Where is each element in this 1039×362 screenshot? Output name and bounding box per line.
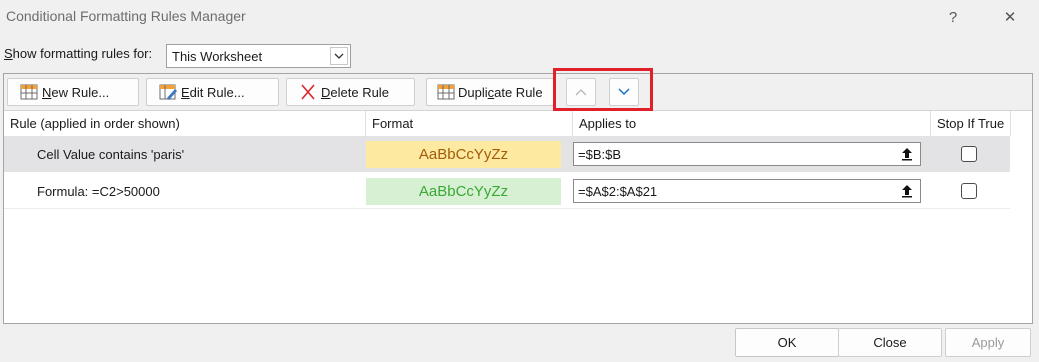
duplicate-rule-button[interactable]: Duplicate Rule	[426, 78, 554, 106]
applies-to-field[interactable]: =$A$2:$A$21	[573, 179, 921, 203]
chevron-down-icon	[618, 88, 630, 96]
dialog-title: Conditional Formatting Rules Manager	[6, 8, 246, 24]
collapse-dialog-icon[interactable]	[896, 145, 918, 163]
rule-description: Formula: =C2>50000	[37, 184, 160, 199]
table-row[interactable]: Formula: =C2>50000 AaBbCcYyZz =$A$2:$A$2…	[4, 173, 1010, 209]
show-rules-for-text: how formatting rules for:	[12, 46, 153, 61]
chevron-down-icon[interactable]	[330, 47, 348, 65]
chevron-up-icon	[575, 89, 587, 96]
close-button[interactable]: Close	[838, 328, 942, 357]
grid-new-icon	[20, 84, 38, 100]
scope-select[interactable]: This Worksheet	[166, 44, 351, 68]
delete-rule-label: Delete Rule	[321, 84, 389, 100]
applies-to-field[interactable]: =$B:$B	[573, 142, 921, 166]
edit-rule-label: Edit Rule...	[181, 84, 245, 100]
rule-description: Cell Value contains 'paris'	[37, 147, 185, 162]
applies-to-value: =$B:$B	[578, 147, 622, 162]
edit-rule-button[interactable]: Edit Rule...	[146, 78, 279, 106]
move-down-button[interactable]	[609, 78, 639, 106]
table-row[interactable]: Cell Value contains 'paris' AaBbCcYyZz =…	[4, 136, 1010, 172]
column-header-rule: Rule (applied in order shown)	[4, 111, 366, 136]
ok-button[interactable]: OK	[735, 328, 839, 357]
title-bar: Conditional Formatting Rules Manager ? ✕	[0, 0, 1039, 34]
apply-button[interactable]: Apply	[945, 328, 1031, 357]
delete-rule-button[interactable]: Delete Rule	[286, 78, 415, 106]
scope-select-value: This Worksheet	[172, 49, 263, 64]
column-header-applies-to: Applies to	[573, 111, 931, 136]
applies-to-value: =$A$2:$A$21	[578, 184, 658, 199]
rules-toolbar: New Rule... Edit Rule... Delete Rule Dup…	[4, 74, 1032, 111]
stop-if-true-checkbox[interactable]	[961, 183, 977, 199]
duplicate-rule-label: Duplicate Rule	[458, 84, 543, 100]
format-preview: AaBbCcYyZz	[366, 141, 561, 168]
collapse-dialog-icon[interactable]	[896, 182, 918, 200]
grid-duplicate-icon	[437, 84, 455, 100]
help-button[interactable]: ?	[933, 4, 973, 30]
column-header-format: Format	[366, 111, 573, 136]
show-rules-for-label: Show formatting rules for:	[4, 46, 152, 61]
new-rule-button[interactable]: New Rule...	[7, 78, 139, 106]
rules-panel: New Rule... Edit Rule... Delete Rule Dup…	[3, 73, 1033, 324]
new-rule-label: New Rule...	[42, 84, 110, 100]
grid-edit-icon	[159, 84, 177, 100]
stop-if-true-checkbox[interactable]	[961, 146, 977, 162]
accel-s: S	[4, 46, 13, 61]
column-header-stop-if-true: Stop If True	[931, 111, 1011, 136]
close-window-button[interactable]: ✕	[990, 4, 1030, 30]
red-x-icon	[301, 84, 315, 100]
format-preview: AaBbCcYyZz	[366, 178, 561, 205]
move-up-button[interactable]	[566, 78, 596, 106]
